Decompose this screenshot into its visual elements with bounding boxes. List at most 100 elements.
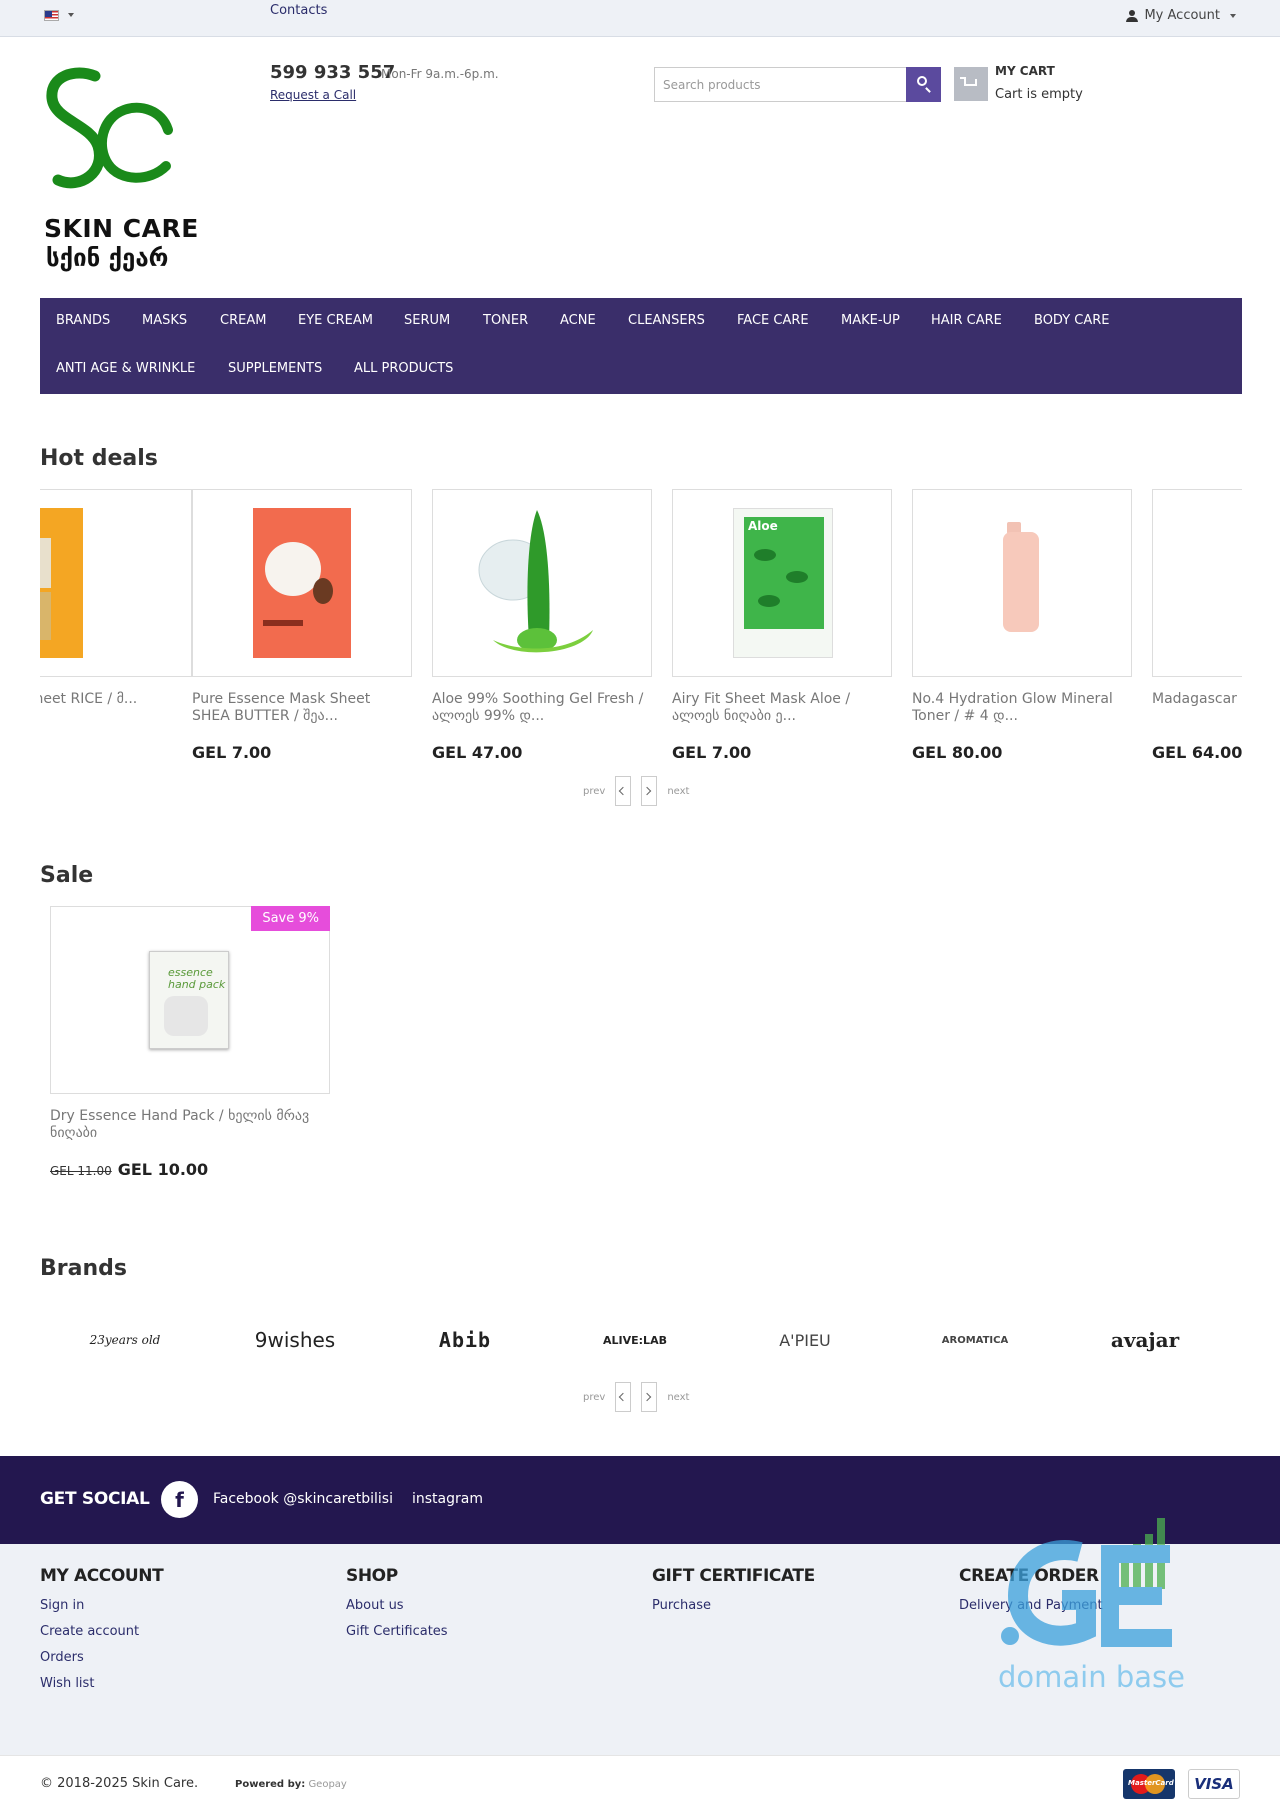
brand-logo-23years[interactable]: 23years old [40,1310,210,1370]
sc-logo-icon [46,67,173,189]
product-image[interactable] [912,489,1132,677]
product-name[interactable]: No.4 Hydration Glow Mineral Toner / # 4 … [912,691,1132,725]
nav-item-cleansers[interactable]: CLEANSERS [628,313,705,328]
wish-list-link[interactable]: Wish list [40,1676,163,1691]
prev-button[interactable] [615,776,632,806]
brand-logo-abib[interactable]: Abib [380,1310,550,1370]
product-price: GEL 47.00 [432,743,523,762]
chevron-right-icon [643,786,652,796]
brand-logo-avajar[interactable]: avajar [1060,1310,1230,1370]
chevron-right-icon [643,1392,652,1402]
nav-item-face-care[interactable]: FACE CARE [737,313,809,328]
facebook-link[interactable]: Facebook @skincaretbilisi [213,1491,393,1507]
nav-item-acne[interactable]: ACNE [560,313,596,328]
product-name[interactable]: Airy Fit Sheet Mask Aloe / ალოეს ნიღაბი … [672,691,892,725]
nav-item-anti-age[interactable]: ANTI AGE & WRINKLE [56,361,195,376]
product-card[interactable]: e Mask Sheet RICE / მ... [40,489,192,743]
user-icon [1126,9,1139,22]
product-name[interactable]: Madagascar Foam / მადა [1152,691,1242,725]
product-price: GEL 64.00 [1152,743,1242,762]
chevron-down-icon [1230,13,1236,18]
us-flag-icon[interactable] [44,10,59,21]
pager-prev-label[interactable]: prev [583,786,605,797]
cart-icon-body [964,79,977,86]
copyright-text: © 2018-2025 Skin Care. [40,1776,199,1791]
product-image[interactable] [1152,489,1242,677]
prev-button[interactable] [615,1382,632,1412]
nav-item-brands[interactable]: BRANDS [56,313,110,328]
product-name[interactable]: e Mask Sheet RICE / მ... [40,691,192,725]
aloe-gel-image [478,510,593,653]
chevron-down-icon[interactable] [68,13,74,17]
nav-item-cream[interactable]: CREAM [220,313,266,328]
brand-name: Abib [438,1328,492,1352]
pager-prev-label[interactable]: prev [583,1392,605,1403]
chevron-left-icon [619,786,628,796]
purchase-link[interactable]: Purchase [652,1598,815,1613]
orders-link[interactable]: Orders [40,1650,163,1665]
phone-number: 599 933 557 [270,62,396,83]
product-card[interactable]: No.4 Hydration Glow Mineral Toner / # 4 … [912,489,1132,762]
cart-title[interactable]: MY CART [995,64,1055,78]
facebook-icon[interactable]: f [161,1481,198,1518]
product-image[interactable]: essence hand pack Save 9% [50,906,330,1094]
search-input[interactable] [654,67,906,102]
nav-item-toner[interactable]: TONER [483,313,528,328]
product-price: GEL 80.00 [912,743,1003,762]
nav-item-eye-cream[interactable]: EYE CREAM [298,313,373,328]
product-image[interactable] [192,489,412,677]
nav-item-supplements[interactable]: SUPPLEMENTS [228,361,322,376]
rice-mask-image [40,508,83,658]
brand-logo-alivelab[interactable]: ALIVE:LAB [550,1310,720,1370]
powered-by-link[interactable]: Geopay [308,1779,346,1790]
next-button[interactable] [641,1382,658,1412]
hot-deals-pager: prev next [583,776,689,806]
mastercard-icon: MasterCard [1123,1769,1175,1799]
product-name[interactable]: Pure Essence Mask Sheet SHEA BUTTER / შე… [192,691,412,725]
contacts-link[interactable]: Contacts [270,3,327,18]
product-image[interactable]: Aloe [672,489,892,677]
working-hours: Mon-Fr 9a.m.-6p.m. [381,67,499,81]
footer-shop: SHOP About us Gift Certificates [346,1566,448,1650]
product-name[interactable]: Aloe 99% Soothing Gel Fresh / ალოეს 99% … [432,691,652,725]
watermark-text: domain base [998,1660,1185,1694]
brand-name: ALIVE:LAB [603,1333,667,1347]
create-account-link[interactable]: Create account [40,1624,163,1639]
powered-by: Powered by: Geopay [235,1779,347,1790]
product-image[interactable] [432,489,652,677]
gift-certificates-link[interactable]: Gift Certificates [346,1624,448,1639]
product-card[interactable]: Aloe 99% Soothing Gel Fresh / ალოეს 99% … [432,489,652,762]
hand-pack-image: essence hand pack [149,951,229,1049]
product-image[interactable] [40,489,192,677]
cart-button[interactable] [954,67,988,101]
nav-item-serum[interactable]: SERUM [404,313,450,328]
get-social-title: GET SOCIAL [40,1489,150,1509]
search-button[interactable] [906,67,941,102]
about-us-link[interactable]: About us [346,1598,448,1613]
brand-logo-apieu[interactable]: A'PIEU [720,1310,890,1370]
pager-next-label[interactable]: next [667,786,689,797]
top-bar: Contacts My Account [0,0,1280,37]
nav-item-body-care[interactable]: BODY CARE [1034,313,1110,328]
brand-logo-aromatica[interactable]: AROMATICA [890,1310,1060,1370]
request-call-link[interactable]: Request a Call [270,88,356,102]
nav-item-all-products[interactable]: ALL PRODUCTS [354,361,453,376]
nav-item-masks[interactable]: MASKS [142,313,187,328]
pager-next-label[interactable]: next [667,1392,689,1403]
sign-in-link[interactable]: Sign in [40,1598,163,1613]
nav-item-hair-care[interactable]: HAIR CARE [931,313,1002,328]
my-account-menu[interactable]: My Account [1126,8,1236,23]
product-name[interactable]: Dry Essence Hand Pack / ხელის მრავ ნიღაბ… [50,1108,330,1142]
sale-product-card[interactable]: essence hand pack Save 9% Dry Essence Ha… [50,906,330,1179]
footer-my-account: MY ACCOUNT Sign in Create account Orders… [40,1566,164,1702]
nav-item-make-up[interactable]: MAKE-UP [841,313,900,328]
product-card[interactable]: Aloe Airy Fit Sheet Mask Aloe / ალოეს ნი… [672,489,892,762]
next-button[interactable] [641,776,658,806]
brand-name: 9wishes [254,1328,336,1352]
instagram-link[interactable]: instagram [412,1491,483,1507]
brand-logo-9wishes[interactable]: 9wishes [210,1310,380,1370]
product-card[interactable]: Pure Essence Mask Sheet SHEA BUTTER / შე… [192,489,412,762]
save-badge: Save 9% [251,906,330,931]
main-navigation: BRANDS MASKS CREAM EYE CREAM SERUM TONER… [40,298,1242,394]
product-card[interactable]: Madagascar Foam / მადა GEL 64.00 [1152,489,1242,762]
